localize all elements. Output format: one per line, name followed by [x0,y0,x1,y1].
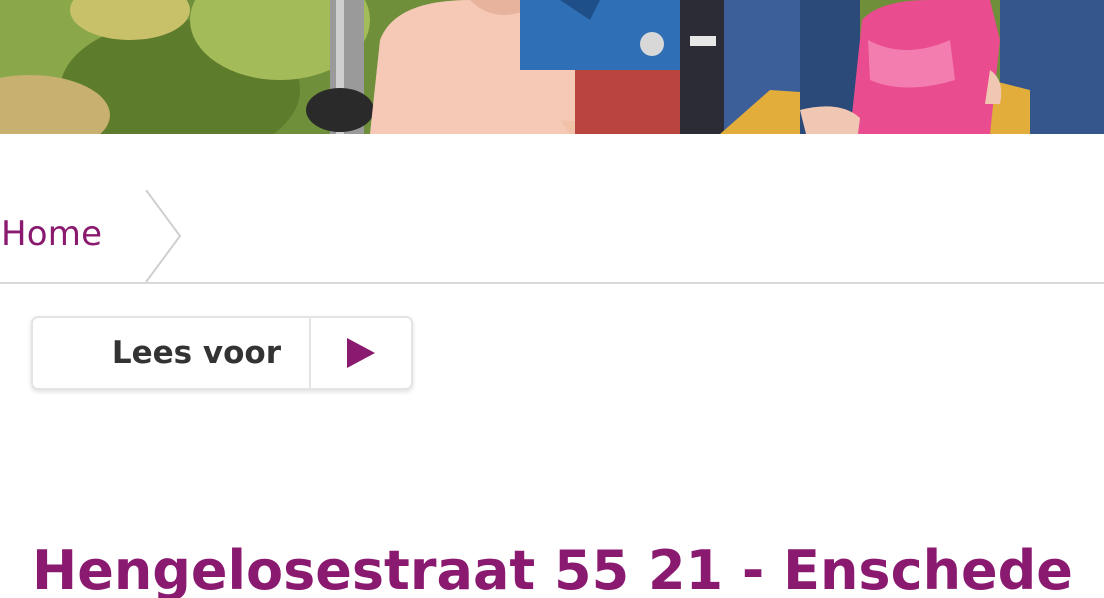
breadcrumb: Home [0,190,1104,284]
page: Home Lees voor Hengelosestraat 55 21 - E… [0,0,1104,598]
chevron-right-icon [145,190,182,282]
read-aloud-label[interactable]: Lees voor [33,318,311,388]
breadcrumb-home-link[interactable]: Home [1,214,102,254]
play-icon [347,338,375,368]
hero-image [0,0,1104,134]
page-title: Hengelosestraat 55 21 - Enschede [32,539,1073,598]
play-button[interactable] [311,318,411,388]
read-aloud-button[interactable]: Lees voor [31,316,413,390]
